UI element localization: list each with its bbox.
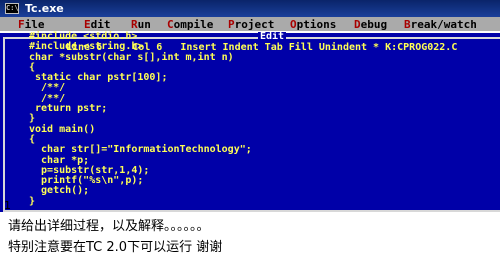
menu-project-label: roject bbox=[234, 18, 275, 31]
menu-debug-hotkey: D bbox=[354, 18, 361, 31]
editor-panel-title: Edit bbox=[258, 31, 287, 42]
menu-break-watch-hotkey: B bbox=[404, 18, 411, 31]
code-line: return pstr; bbox=[29, 103, 108, 115]
code-line: char *substr(char s[],int m,int n) bbox=[29, 51, 234, 63]
menu-options[interactable]: Options bbox=[290, 18, 336, 31]
menu-file-hotkey: F bbox=[18, 18, 25, 31]
console-window-icon[interactable]: C:\ bbox=[5, 3, 19, 14]
menu-compile[interactable]: Compile bbox=[167, 18, 213, 31]
window-titlebar[interactable]: C:\ Tc.exe bbox=[0, 0, 500, 17]
menu-debug-label: ebug bbox=[360, 18, 388, 31]
menu-options-hotkey: O bbox=[290, 18, 297, 31]
menu-bar: File Edit Run Compile Project Options De… bbox=[0, 17, 500, 31]
question-line-2: 特别注意要在TC 2.0下可以运行 谢谢 bbox=[8, 240, 223, 255]
code-line: void main() bbox=[29, 123, 96, 135]
menu-debug[interactable]: Debug bbox=[354, 18, 387, 31]
menu-file-label: ile bbox=[24, 18, 45, 31]
menu-run-hotkey: R bbox=[131, 18, 138, 31]
menu-edit-label: dit bbox=[90, 18, 111, 31]
code-line: getch(); bbox=[29, 185, 90, 197]
menu-compile-hotkey: C bbox=[167, 18, 174, 31]
code-line: } bbox=[29, 195, 36, 207]
menu-project-hotkey: P bbox=[228, 18, 235, 31]
menu-project[interactable]: Project bbox=[228, 18, 274, 31]
window-title: Tc.exe bbox=[25, 2, 64, 15]
tc-console-window: C:\ Tc.exe File Edit Run Compile Project… bbox=[0, 0, 500, 212]
menu-compile-label: ompile bbox=[173, 18, 214, 31]
question-line-1: 请给出详细过程，以及解释。。。。。。 bbox=[8, 219, 210, 234]
menu-break-watch[interactable]: Break/watch bbox=[404, 18, 477, 31]
menu-run[interactable]: Run bbox=[131, 18, 151, 31]
menu-edit-hotkey: E bbox=[84, 18, 91, 31]
menu-break-watch-label: reak/watch bbox=[410, 18, 477, 31]
line-marker: 1 bbox=[4, 199, 11, 212]
menu-edit[interactable]: Edit bbox=[84, 18, 111, 31]
menu-options-label: ptions bbox=[296, 18, 337, 31]
code-area[interactable]: #include <stdio.h> #include <string.h> cha… bbox=[29, 31, 252, 207]
menu-file[interactable]: File bbox=[18, 18, 45, 31]
menu-run-label: un bbox=[137, 18, 151, 31]
